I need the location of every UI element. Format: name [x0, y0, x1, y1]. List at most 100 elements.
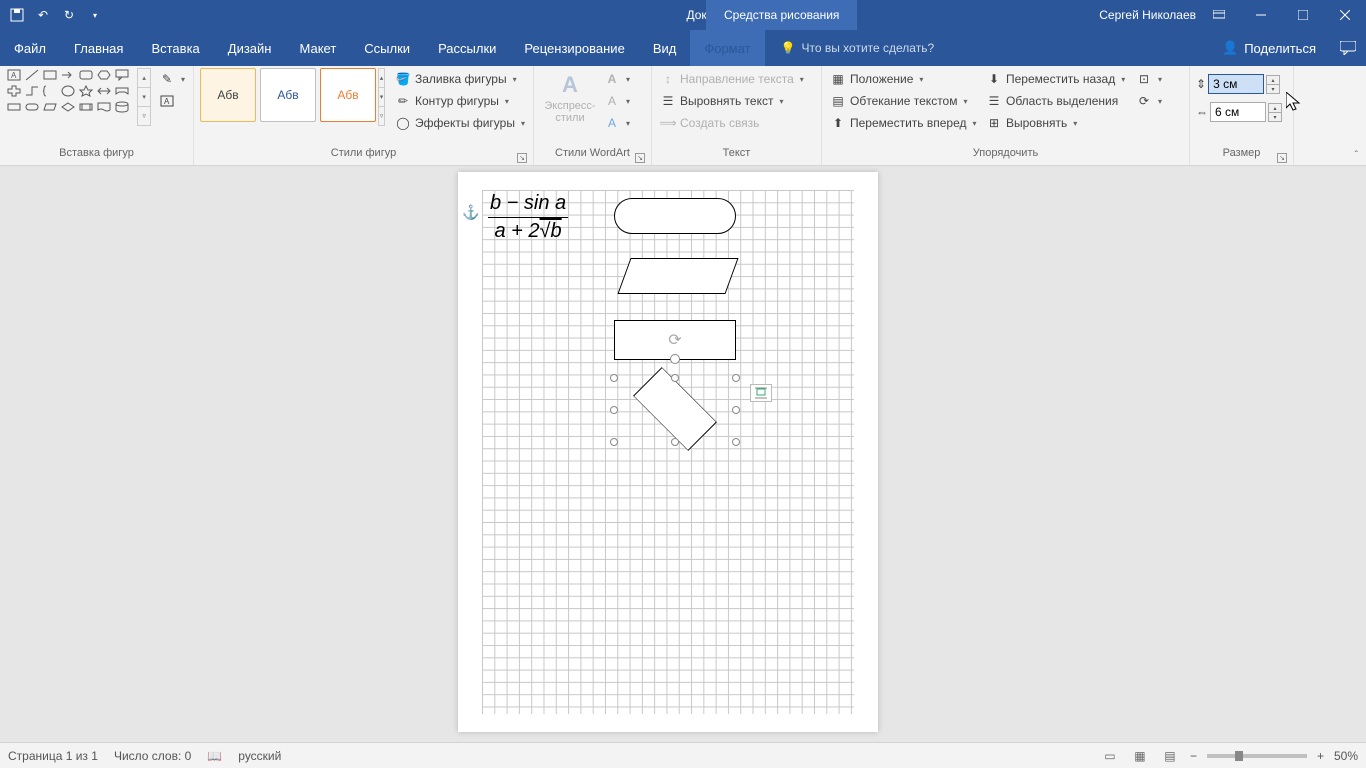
zoom-slider[interactable]: [1207, 754, 1307, 758]
resize-handle-w[interactable]: [610, 406, 618, 414]
shape-callout-icon[interactable]: [114, 68, 130, 82]
zoom-level[interactable]: 50%: [1334, 749, 1358, 763]
resize-handle-sw[interactable]: [610, 438, 618, 446]
shape-terminator-icon[interactable]: [24, 100, 40, 114]
resize-handle-se[interactable]: [732, 438, 740, 446]
tab-review[interactable]: Рецензирование: [510, 30, 638, 66]
resize-handle-ne[interactable]: [732, 374, 740, 382]
size-dialog-launcher[interactable]: ↘: [1277, 153, 1287, 163]
read-mode-button[interactable]: ▭: [1100, 747, 1120, 765]
ribbon-display-button[interactable]: [1198, 0, 1240, 30]
text-effects-button[interactable]: A▾: [602, 114, 632, 132]
create-link-button[interactable]: ⟹Создать связь: [658, 114, 806, 132]
redo-button[interactable]: ↻: [58, 4, 80, 26]
rotate-button[interactable]: ⟳▾: [1134, 92, 1164, 110]
tab-layout[interactable]: Макет: [285, 30, 350, 66]
resize-handle-n[interactable]: [671, 374, 679, 382]
shape-width-input[interactable]: ⇔ ▴▾: [1196, 102, 1282, 122]
shape-brace-icon[interactable]: [42, 84, 58, 98]
wordart-quick-styles-button[interactable]: A Экспресс-стили: [540, 68, 600, 128]
shape-styles-gallery[interactable]: Абв Абв Абв: [200, 68, 376, 122]
shapes-gallery-more[interactable]: ▴▾▿: [137, 68, 151, 125]
tab-file[interactable]: Файл: [0, 30, 60, 66]
text-fill-button[interactable]: A▾: [602, 70, 632, 88]
undo-button[interactable]: ↶: [32, 4, 54, 26]
shape-parallelogram[interactable]: [617, 258, 738, 294]
comments-pane-button[interactable]: [1330, 30, 1366, 66]
style-preset-3[interactable]: Абв: [320, 68, 376, 122]
zoom-in-button[interactable]: +: [1317, 749, 1324, 763]
tab-home[interactable]: Главная: [60, 30, 137, 66]
rotation-handle[interactable]: [670, 354, 680, 364]
align-text-button[interactable]: ☰Выровнять текст▾: [658, 92, 806, 110]
qat-customize-button[interactable]: ▾: [84, 4, 106, 26]
share-button[interactable]: 👤 Поделиться: [1208, 30, 1330, 66]
selection-pane-button[interactable]: ☰Область выделения: [984, 92, 1134, 110]
shape-effects-button[interactable]: ◯Эффекты фигуры▾: [393, 114, 527, 132]
shape-cylinder-icon[interactable]: [114, 100, 130, 114]
edit-shape-button[interactable]: ✎▾: [157, 70, 187, 88]
height-field[interactable]: [1208, 74, 1264, 94]
width-field[interactable]: [1210, 102, 1266, 122]
shape-decision-selected[interactable]: [614, 378, 736, 442]
shape-terminator[interactable]: [614, 198, 736, 234]
shape-process-icon[interactable]: [6, 100, 22, 114]
document-area[interactable]: ⚓ b − sin a a + 2√b ⟳: [0, 166, 1366, 742]
resize-handle-e[interactable]: [732, 406, 740, 414]
shape-textbox-icon[interactable]: A: [6, 68, 22, 82]
tab-view[interactable]: Вид: [639, 30, 691, 66]
web-layout-button[interactable]: ▤: [1160, 747, 1180, 765]
width-spinner[interactable]: ▴▾: [1268, 103, 1282, 121]
resize-handle-nw[interactable]: [610, 374, 618, 382]
save-button[interactable]: [6, 4, 28, 26]
shape-fill-button[interactable]: 🪣Заливка фигуры▾: [393, 70, 527, 88]
style-preset-1[interactable]: Абв: [200, 68, 256, 122]
tab-mailings[interactable]: Рассылки: [424, 30, 510, 66]
height-spinner[interactable]: ▴▾: [1266, 75, 1280, 93]
shape-banner-icon[interactable]: [114, 84, 130, 98]
shape-predef-icon[interactable]: [78, 100, 94, 114]
tab-insert[interactable]: Вставка: [137, 30, 213, 66]
text-outline-button[interactable]: A▾: [602, 92, 632, 110]
shape-outline-button[interactable]: ✏Контур фигуры▾: [393, 92, 527, 110]
position-button[interactable]: ▦Положение▾: [828, 70, 984, 88]
style-preset-2[interactable]: Абв: [260, 68, 316, 122]
shape-styles-dialog-launcher[interactable]: ↘: [517, 153, 527, 163]
wrap-text-button[interactable]: ▤Обтекание текстом▾: [828, 92, 984, 110]
draw-textbox-button[interactable]: A: [157, 92, 187, 110]
text-direction-button[interactable]: ↕Направление текста▾: [658, 70, 806, 88]
shape-plus-icon[interactable]: [6, 84, 22, 98]
zoom-out-button[interactable]: −: [1190, 749, 1197, 763]
shape-decision-icon[interactable]: [60, 100, 76, 114]
shape-connector-icon[interactable]: [24, 84, 40, 98]
print-layout-button[interactable]: ▦: [1130, 747, 1150, 765]
page-indicator[interactable]: Страница 1 из 1: [8, 749, 98, 763]
resize-handle-s[interactable]: [671, 438, 679, 446]
shape-data-icon[interactable]: [42, 100, 58, 114]
language-indicator[interactable]: русский: [238, 749, 281, 763]
shape-arrow-icon[interactable]: [60, 68, 76, 82]
shape-roundrect-icon[interactable]: [78, 68, 94, 82]
shape-doublearrow-icon[interactable]: [96, 84, 112, 98]
shape-height-input[interactable]: ⇕ ▴▾: [1196, 74, 1282, 94]
shape-document-icon[interactable]: [96, 100, 112, 114]
maximize-button[interactable]: [1282, 0, 1324, 30]
tab-references[interactable]: Ссылки: [350, 30, 424, 66]
shape-star-icon[interactable]: [78, 84, 94, 98]
align-button[interactable]: ⊞Выровнять▾: [984, 114, 1134, 132]
shape-oval-icon[interactable]: [60, 84, 76, 98]
word-count[interactable]: Число слов: 0: [114, 749, 191, 763]
send-backward-button[interactable]: ⬇Переместить назад▾: [984, 70, 1134, 88]
shape-rect-icon[interactable]: [42, 68, 58, 82]
tell-me-box[interactable]: 💡 Что вы хотите сделать?: [765, 30, 1208, 66]
layout-options-button[interactable]: [750, 384, 772, 402]
minimize-button[interactable]: [1240, 0, 1282, 30]
wordart-dialog-launcher[interactable]: ↘: [635, 153, 645, 163]
group-button[interactable]: ⊡▾: [1134, 70, 1164, 88]
proofing-icon[interactable]: 📖: [207, 749, 222, 763]
shape-line-icon[interactable]: [24, 68, 40, 82]
shape-styles-more[interactable]: ▴▾▿: [378, 68, 385, 125]
collapse-ribbon-button[interactable]: ˆ: [1355, 150, 1358, 161]
bring-forward-button[interactable]: ⬆Переместить вперед▾: [828, 114, 984, 132]
shape-hexagon-icon[interactable]: [96, 68, 112, 82]
